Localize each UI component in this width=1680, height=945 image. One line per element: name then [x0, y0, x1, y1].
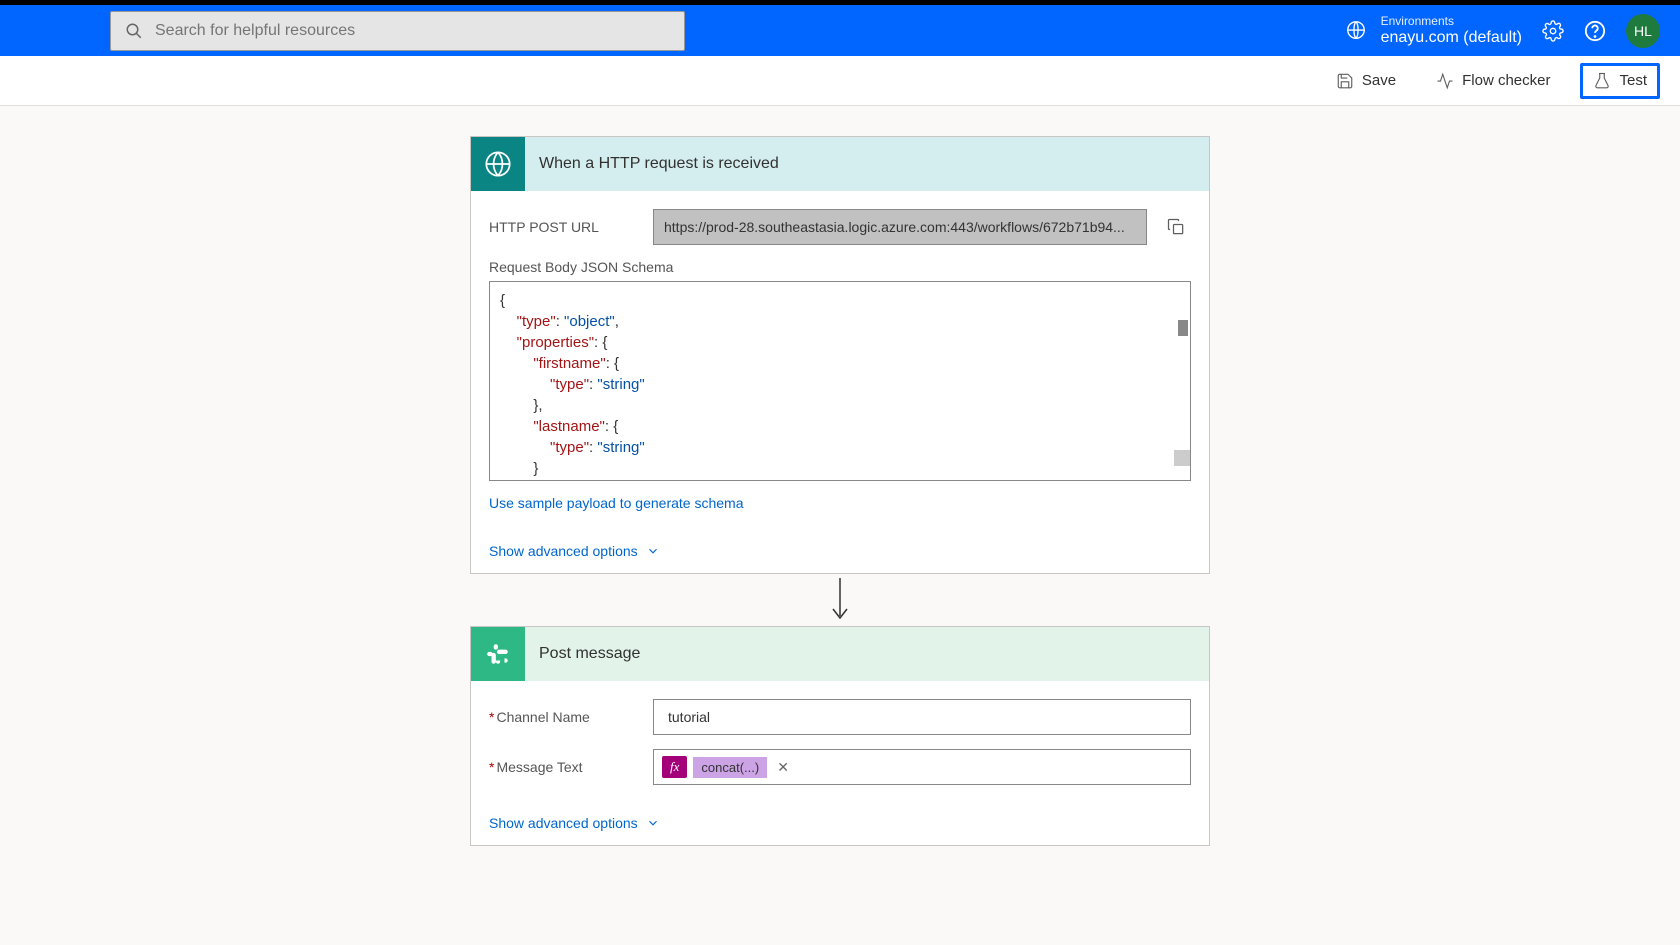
action-title: Post message	[525, 645, 640, 663]
action-card: Post message Channel Name tutorial Messa…	[470, 626, 1210, 846]
schema-label: Request Body JSON Schema	[489, 259, 1191, 275]
flow-checker-button[interactable]: Flow checker	[1426, 66, 1560, 96]
show-advanced-trigger[interactable]: Show advanced options	[489, 543, 1191, 559]
connector-arrow	[470, 574, 1210, 626]
app-header: Environments enayu.com (default) HL	[0, 0, 1680, 56]
expression-token[interactable]: fx	[662, 756, 687, 778]
save-button[interactable]: Save	[1326, 66, 1406, 96]
toolbar: Save Flow checker Test	[0, 56, 1680, 106]
environment-label: Environments	[1381, 14, 1522, 28]
settings-icon[interactable]	[1542, 20, 1564, 42]
environment-icon	[1345, 19, 1367, 41]
environment-name: enayu.com (default)	[1381, 28, 1522, 47]
http-connector-icon	[471, 137, 525, 191]
channel-name-input[interactable]: tutorial	[653, 699, 1191, 735]
message-text-label: Message Text	[489, 759, 639, 775]
slack-connector-icon	[471, 627, 525, 681]
chevron-down-icon	[646, 816, 660, 830]
action-header[interactable]: Post message	[471, 627, 1209, 681]
sample-payload-link[interactable]: Use sample payload to generate schema	[489, 495, 743, 511]
flow-canvas: When a HTTP request is received HTTP POS…	[0, 106, 1680, 876]
channel-name-label: Channel Name	[489, 709, 639, 725]
expression-text: concat(...)	[693, 757, 767, 778]
search-icon	[125, 22, 143, 40]
scrollbar-thumb[interactable]	[1178, 320, 1188, 336]
show-advanced-action[interactable]: Show advanced options	[489, 815, 1191, 831]
test-button[interactable]: Test	[1580, 63, 1660, 99]
fx-icon: fx	[670, 759, 679, 775]
token-remove-button[interactable]: ✕	[773, 759, 793, 776]
trigger-card: When a HTTP request is received HTTP POS…	[470, 136, 1210, 574]
url-label: HTTP POST URL	[489, 219, 639, 235]
help-icon[interactable]	[1584, 20, 1606, 42]
scrollbar-button[interactable]	[1174, 450, 1190, 466]
chevron-down-icon	[646, 544, 660, 558]
trigger-title: When a HTTP request is received	[525, 155, 779, 173]
copy-url-button[interactable]	[1161, 212, 1191, 242]
schema-editor[interactable]: { "type": "object", "properties": { "fir…	[489, 281, 1191, 481]
search-box[interactable]	[110, 11, 685, 51]
message-text-input[interactable]: fx concat(...) ✕	[653, 749, 1191, 785]
trigger-header[interactable]: When a HTTP request is received	[471, 137, 1209, 191]
environment-picker[interactable]: Environments enayu.com (default)	[1345, 14, 1522, 48]
avatar[interactable]: HL	[1626, 14, 1660, 48]
http-post-url-field[interactable]: https://prod-28.southeastasia.logic.azur…	[653, 209, 1147, 245]
search-input[interactable]	[155, 22, 670, 40]
